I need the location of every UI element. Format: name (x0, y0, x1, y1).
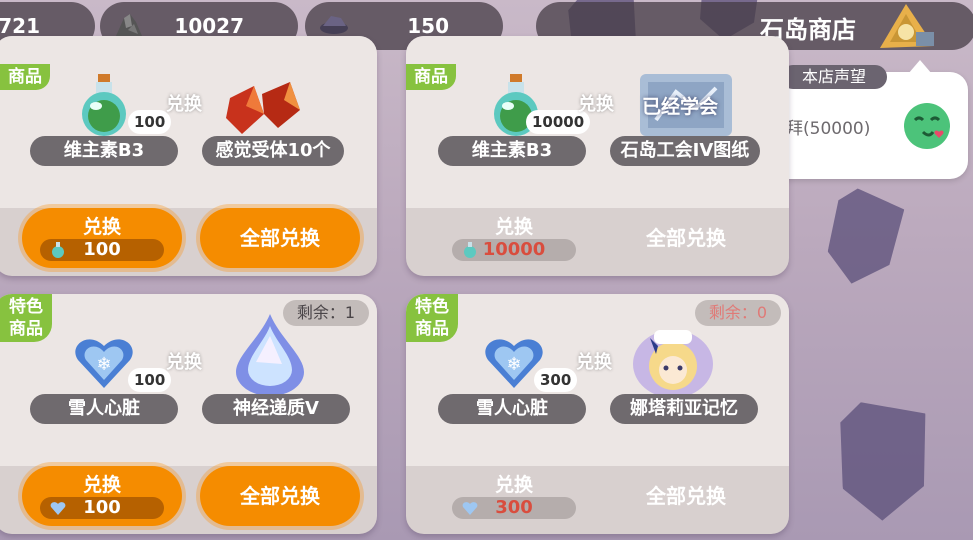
exchange-cost: 10000 (452, 239, 576, 261)
resource-stone-value: 10027 (174, 14, 244, 38)
get-name: 石岛工会IV图纸 (610, 136, 760, 166)
give-qty: 100 (128, 368, 172, 392)
exchange-all-button[interactable]: 全部兑换 (200, 208, 360, 268)
card-top (0, 36, 377, 208)
exchange-cost: 100 (40, 239, 164, 261)
give-qty: 300 (534, 368, 578, 392)
get-name: 娜塔莉亚记忆 (610, 394, 758, 424)
badge-goods: 商品 (0, 64, 50, 90)
exchange-all-button[interactable]: 全部兑换 (200, 466, 360, 526)
get-name: 感觉受体10个 (202, 136, 344, 166)
exchange-button[interactable]: 兑换 100 (22, 208, 182, 268)
stone-icon (116, 14, 142, 36)
exchange-arrow-label: 兑换 (578, 94, 614, 115)
snow-heart-small-icon (462, 502, 478, 515)
give-name: 雪人心脏 (30, 394, 178, 424)
shop-card-2: 商品 10000 兑换 已经学会 维主素B3 石岛工会IV图纸 兑换 10000… (406, 36, 789, 276)
exchange-all-button[interactable]: 全部兑换 (606, 466, 766, 526)
svg-text:❄: ❄ (506, 354, 521, 375)
give-qty: 100 (128, 110, 172, 134)
give-name: 雪人心脏 (438, 394, 586, 424)
shop-card-4: 特色 商品 剩余：0 ❄ 300 兑换 雪人心脏 娜塔莉亚记忆 兑换 300 全部… (406, 294, 789, 534)
shop-card-1: 商品 100 兑换 维主素B3 感觉受体10个 兑换 100 全部兑换 (0, 36, 377, 276)
shop-flag-icon[interactable] (876, 2, 938, 52)
ore-icon (320, 16, 348, 34)
exchange-button[interactable]: 兑换 100 (22, 466, 182, 526)
snow-heart-small-icon (50, 502, 66, 515)
potion-icon[interactable] (74, 72, 134, 138)
exchange-arrow-label: 兑换 (166, 94, 202, 115)
give-name: 维主素B3 (438, 136, 586, 166)
exchange-button-label: 兑换 (494, 216, 533, 238)
exchange-cost: 100 (40, 497, 164, 519)
shop-card-3: 特色 商品 剩余：1 ❄ 100 兑换 雪人心脏 神经递质V 兑换 100 全部兑… (0, 294, 377, 534)
exchange-button-label: 兑换 (494, 474, 533, 496)
snow-heart-icon[interactable]: ❄ (74, 334, 134, 390)
exchange-all-button[interactable]: 全部兑换 (606, 208, 766, 268)
learned-label: 已经学会 (642, 96, 719, 118)
exchange-cost: 300 (452, 497, 576, 519)
resource-currency-value: 3721 (0, 14, 40, 38)
badge-special: 特色 商品 (406, 294, 458, 342)
exchange-button-label: 兑换 (82, 216, 121, 238)
crystal-drop-icon[interactable] (230, 312, 310, 396)
exchange-button-label: 兑换 (82, 474, 121, 496)
natalia-memory-icon[interactable] (628, 316, 718, 400)
potion-small-icon (464, 242, 476, 258)
worship-face-icon (904, 103, 950, 149)
badge-special: 特色 商品 (0, 294, 52, 342)
get-name: 神经递质V (202, 394, 350, 424)
potion-small-icon (52, 242, 64, 258)
red-crystal-icon[interactable] (224, 78, 304, 138)
reputation-label: 本店声望 (781, 65, 887, 89)
resource-ore-value: 150 (407, 14, 449, 38)
give-name: 维主素B3 (30, 136, 178, 166)
exchange-arrow-label: 兑换 (576, 352, 612, 373)
badge-goods: 商品 (406, 64, 456, 90)
exchange-arrow-label: 兑换 (166, 352, 202, 373)
svg-text:❄: ❄ (96, 354, 111, 375)
exchange-button[interactable]: 兑换 300 (434, 466, 594, 526)
exchange-button[interactable]: 兑换 10000 (434, 208, 594, 268)
